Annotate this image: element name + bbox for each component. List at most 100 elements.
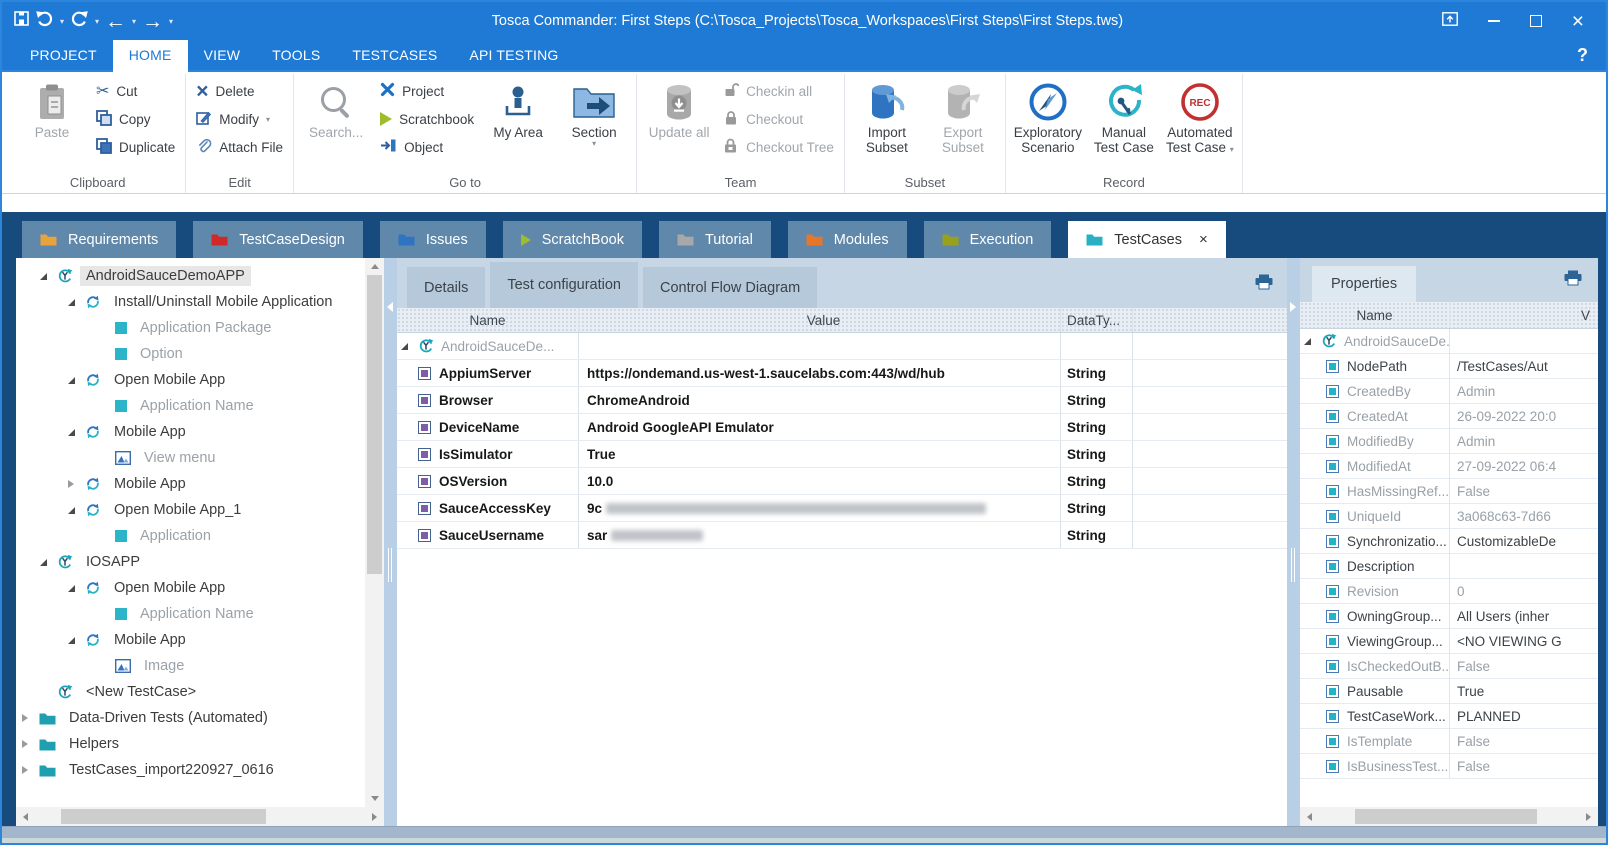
workspace-tab-modules[interactable]: Modules bbox=[788, 221, 907, 258]
property-row[interactable]: CreatedAt26-09-2022 20:0 bbox=[1300, 404, 1598, 429]
tab-properties[interactable]: Properties bbox=[1312, 266, 1416, 302]
tree-item[interactable]: <New TestCase> bbox=[16, 679, 365, 705]
property-row[interactable]: ModifiedAt27-09-2022 06:4 bbox=[1300, 454, 1598, 479]
expander-icon[interactable] bbox=[22, 714, 37, 722]
tab-testcases[interactable]: TESTCASES bbox=[336, 40, 453, 70]
tree-horizontal-scrollbar[interactable] bbox=[16, 807, 384, 826]
scroll-down-icon[interactable] bbox=[365, 790, 384, 807]
import-subset-button[interactable]: Import Subset bbox=[851, 74, 923, 155]
goto-project-button[interactable]: Project bbox=[376, 77, 478, 105]
properties-horizontal-scrollbar[interactable] bbox=[1300, 807, 1598, 826]
right-splitter[interactable] bbox=[1287, 258, 1300, 826]
properties-root-row[interactable]: AndroidSauceDe... bbox=[1300, 329, 1598, 354]
automated-test-case-button[interactable]: REC Automated Test Case ▾ bbox=[1164, 74, 1236, 155]
export-subset-button[interactable]: Export Subset bbox=[927, 74, 999, 155]
expander-icon[interactable] bbox=[40, 559, 55, 566]
tree-item[interactable]: Helpers bbox=[16, 731, 365, 757]
property-row[interactable]: UniqueId3a068c63-7d66 bbox=[1300, 504, 1598, 529]
expander-icon[interactable] bbox=[68, 480, 83, 488]
manual-test-case-button[interactable]: Manual Test Case bbox=[1088, 74, 1160, 155]
goto-scratchbook-button[interactable]: Scratchbook bbox=[376, 105, 478, 133]
property-row[interactable]: PausableTrue bbox=[1300, 679, 1598, 704]
scroll-up-icon[interactable] bbox=[365, 258, 384, 275]
property-row[interactable]: NodePath/TestCases/Aut bbox=[1300, 354, 1598, 379]
expander-icon[interactable] bbox=[22, 740, 37, 748]
goto-object-button[interactable]: Object bbox=[376, 133, 478, 161]
expander-icon[interactable] bbox=[22, 766, 37, 774]
modify-button[interactable]: Modify▾ bbox=[192, 105, 287, 133]
help-icon[interactable]: ? bbox=[1577, 40, 1588, 70]
close-button[interactable]: × bbox=[1572, 11, 1584, 32]
tree-item[interactable]: Open Mobile App bbox=[16, 367, 365, 393]
property-row[interactable]: Synchronizatio...CustomizableDe bbox=[1300, 529, 1598, 554]
config-root-row[interactable]: AndroidSauceDe... bbox=[397, 333, 1287, 360]
search-button[interactable]: Search... bbox=[300, 74, 372, 140]
config-row[interactable]: AppiumServer https://ondemand.us-west-1.… bbox=[397, 360, 1287, 387]
property-row[interactable]: ViewingGroup...<NO VIEWING G bbox=[1300, 629, 1598, 654]
tree-item[interactable]: Application bbox=[16, 523, 365, 549]
scroll-right-icon[interactable] bbox=[365, 808, 384, 825]
expander-icon[interactable] bbox=[1304, 338, 1319, 345]
tree-item[interactable]: Image bbox=[16, 653, 365, 679]
tree-item[interactable]: Open Mobile App_1 bbox=[16, 497, 365, 523]
expander-icon[interactable] bbox=[68, 637, 83, 644]
column-name[interactable]: Name bbox=[1300, 302, 1450, 328]
collapse-left-icon[interactable] bbox=[387, 302, 393, 312]
property-row[interactable]: Revision0 bbox=[1300, 579, 1598, 604]
expander-icon[interactable] bbox=[68, 429, 83, 436]
tab-view[interactable]: VIEW bbox=[188, 40, 257, 70]
config-row[interactable]: SauceAccessKey 9c String bbox=[397, 495, 1287, 522]
property-row[interactable]: OwningGroup...All Users (inher bbox=[1300, 604, 1598, 629]
scroll-right-icon[interactable] bbox=[1579, 808, 1598, 825]
redo-icon[interactable] bbox=[70, 10, 89, 32]
splitter-grip[interactable] bbox=[388, 548, 392, 582]
my-area-button[interactable]: My Area bbox=[482, 74, 554, 140]
column-value[interactable]: V bbox=[1450, 302, 1598, 328]
config-row[interactable]: Browser ChromeAndroid String bbox=[397, 387, 1287, 414]
duplicate-button[interactable]: Duplicate bbox=[92, 133, 179, 161]
paste-button[interactable]: Paste bbox=[16, 74, 88, 140]
redo-dropdown-icon[interactable]: ▾ bbox=[95, 17, 99, 26]
column-value[interactable]: Value bbox=[579, 308, 1061, 332]
close-tab-icon[interactable]: × bbox=[1199, 231, 1208, 248]
update-all-button[interactable]: Update all bbox=[643, 74, 715, 140]
property-row[interactable]: HasMissingRef...False bbox=[1300, 479, 1598, 504]
property-row[interactable]: CreatedByAdmin bbox=[1300, 379, 1598, 404]
delete-button[interactable]: ×Delete bbox=[192, 77, 287, 105]
navigate-forward-icon[interactable]: → bbox=[142, 11, 163, 32]
collapse-right-icon[interactable] bbox=[1290, 302, 1296, 312]
tab-home[interactable]: HOME bbox=[113, 40, 188, 70]
tree-vertical-scrollbar[interactable] bbox=[365, 258, 384, 807]
tree-item[interactable]: Application Name bbox=[16, 393, 365, 419]
cut-button[interactable]: ✂Cut bbox=[92, 77, 179, 105]
property-row[interactable]: IsCheckedOutB...False bbox=[1300, 654, 1598, 679]
tree-item[interactable]: Mobile App bbox=[16, 627, 365, 653]
column-name[interactable]: Name bbox=[397, 308, 579, 332]
tab-api-testing[interactable]: API TESTING bbox=[453, 40, 574, 70]
tree-item[interactable]: Application Package bbox=[16, 315, 365, 341]
workspace-tab-testcases[interactable]: TestCases× bbox=[1068, 221, 1225, 258]
scrollbar-thumb[interactable] bbox=[1355, 809, 1537, 824]
column-datatype[interactable]: DataTy... bbox=[1061, 308, 1133, 332]
workspace-tab-issues[interactable]: Issues bbox=[380, 221, 486, 258]
splitter-grip[interactable] bbox=[1291, 548, 1295, 582]
tab-tools[interactable]: TOOLS bbox=[256, 40, 336, 70]
attach-file-button[interactable]: Attach File bbox=[192, 133, 287, 161]
save-icon[interactable] bbox=[14, 11, 29, 31]
tree-item[interactable]: View menu bbox=[16, 445, 365, 471]
property-row[interactable]: Description bbox=[1300, 554, 1598, 579]
undo-dropdown-icon[interactable]: ▾ bbox=[60, 17, 64, 26]
config-row[interactable]: SauceUsername sar String bbox=[397, 522, 1287, 549]
property-row[interactable]: IsBusinessTest...False bbox=[1300, 754, 1598, 779]
tab-test-configuration[interactable]: Test configuration bbox=[490, 262, 638, 308]
tab-project[interactable]: PROJECT bbox=[14, 40, 113, 70]
config-row[interactable]: DeviceName Android GoogleAPI Emulator St… bbox=[397, 414, 1287, 441]
property-row[interactable]: TestCaseWork...PLANNED bbox=[1300, 704, 1598, 729]
exploratory-scenario-button[interactable]: Exploratory Scenario bbox=[1012, 74, 1084, 155]
tree-item[interactable]: Install/Uninstall Mobile Application bbox=[16, 289, 365, 315]
expander-icon[interactable] bbox=[68, 377, 83, 384]
property-row[interactable]: IsTemplateFalse bbox=[1300, 729, 1598, 754]
workspace-tab-testcasedesign[interactable]: TestCaseDesign bbox=[193, 221, 363, 258]
checkout-tree-button[interactable]: Checkout Tree bbox=[719, 133, 838, 161]
workspace-tab-requirements[interactable]: Requirements bbox=[22, 221, 176, 258]
